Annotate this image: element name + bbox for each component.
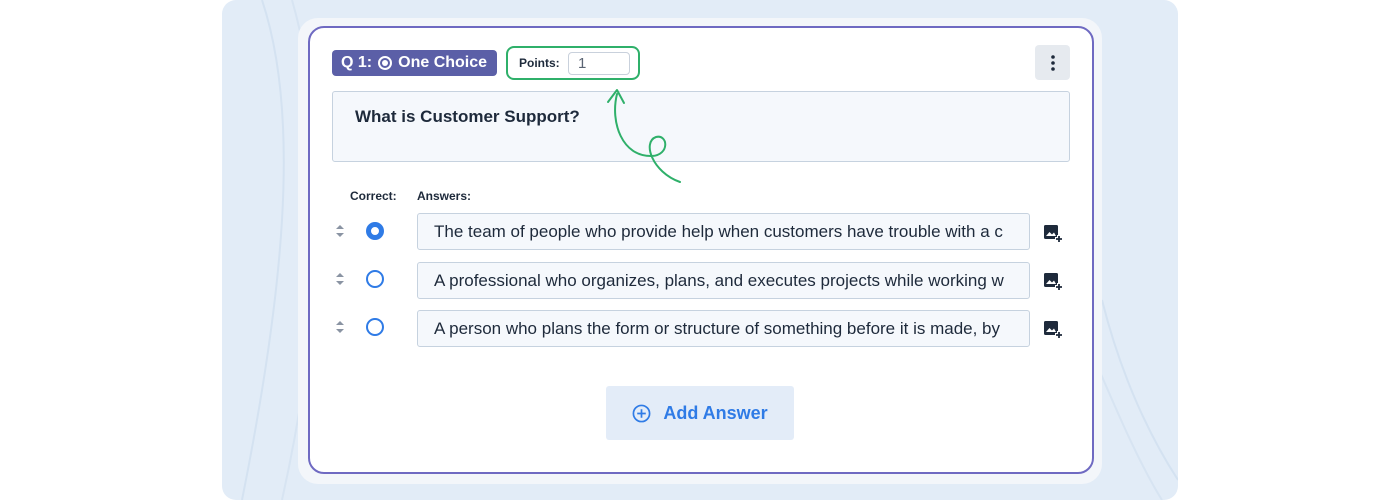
points-field: Points: [506, 46, 640, 80]
add-image-icon[interactable] [1043, 319, 1063, 339]
question-number: Q 1: [341, 54, 373, 71]
answer-input-2[interactable]: A professional who organizes, plans, and… [417, 262, 1030, 299]
question-type-badge: Q 1: One Choice [332, 50, 497, 76]
answer-text-2: A professional who organizes, plans, and… [434, 270, 1004, 290]
add-answer-button[interactable]: Add Answer [606, 386, 794, 440]
question-text: What is Customer Support? [355, 107, 580, 126]
points-input[interactable] [568, 52, 630, 75]
answer-text-3: A person who plans the form or structure… [434, 318, 1001, 338]
correct-radio-3[interactable] [366, 318, 384, 336]
radio-icon [378, 56, 393, 70]
correct-radio-1[interactable] [366, 222, 384, 240]
question-menu-button[interactable] [1035, 45, 1070, 80]
points-label: Points: [519, 56, 560, 70]
add-answer-label: Add Answer [663, 402, 768, 423]
kebab-menu-icon [1050, 54, 1055, 71]
answer-input-3[interactable]: A person who plans the form or structure… [417, 310, 1030, 347]
add-image-icon[interactable] [1043, 271, 1063, 291]
drag-handle-icon[interactable] [334, 222, 346, 240]
drag-handle-icon[interactable] [334, 318, 346, 336]
answer-text-1: The team of people who provide help when… [434, 221, 1003, 241]
correct-radio-2[interactable] [366, 270, 384, 288]
answer-input-1[interactable]: The team of people who provide help when… [417, 213, 1030, 250]
annotation-arrow [607, 89, 681, 183]
question-type-label: One Choice [398, 54, 488, 71]
answers-column-header: Answers: [417, 189, 472, 203]
drag-handle-icon[interactable] [334, 270, 346, 288]
question-text-field[interactable]: What is Customer Support? [332, 91, 1070, 162]
correct-column-header: Correct: [350, 189, 397, 203]
add-image-icon[interactable] [1043, 223, 1063, 243]
plus-circle-icon [632, 404, 651, 422]
